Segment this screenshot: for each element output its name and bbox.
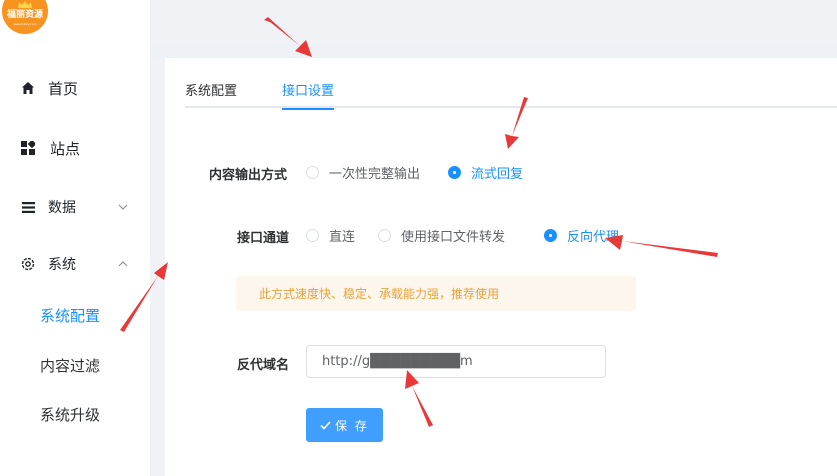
sidebar-subitem-system-config[interactable]: 系统配置	[40, 305, 100, 326]
sidebar: 福丽资源 www.fulizy.com 首页 站点 数据 系统 系统配置 内容过…	[0, 0, 150, 476]
radio-circle	[448, 166, 461, 179]
info-alert: 此方式速度快、稳定、承载能力强，推荐使用	[236, 276, 636, 311]
apps-icon	[20, 140, 36, 156]
sidebar-item-label: 系统	[48, 257, 76, 273]
channel-label: 接口通道	[237, 231, 290, 246]
radio-label: 反向代理	[567, 230, 620, 245]
sidebar-subitem-system-upgrade[interactable]: 系统升级	[40, 404, 100, 425]
radio-stream-reply[interactable]: 流式回复	[448, 163, 523, 182]
radio-label: 流式回复	[471, 167, 524, 182]
tab-interface-settings[interactable]: 接口设置	[282, 80, 335, 110]
tab-system-config[interactable]: 系统配置	[185, 80, 237, 110]
radio-circle	[378, 229, 391, 242]
home-icon	[20, 80, 36, 96]
output-mode-label: 内容输出方式	[209, 168, 288, 183]
logo-subtext: www.fulizy.com	[13, 22, 37, 26]
save-button[interactable]: 保 存	[306, 408, 383, 442]
sidebar-item-label: 数据	[48, 200, 76, 216]
radio-label: 直连	[329, 230, 356, 245]
chevron-down-icon	[118, 204, 128, 210]
radio-full-output[interactable]: 一次性完整输出	[306, 163, 420, 182]
chevron-up-icon	[118, 261, 128, 267]
radio-direct[interactable]: 直连	[306, 226, 355, 245]
logo: 福丽资源 www.fulizy.com	[2, 0, 48, 34]
radio-label: 一次性完整输出	[329, 167, 421, 182]
sidebar-item-label: 站点	[50, 139, 81, 158]
menu-icon	[20, 199, 36, 215]
proxy-domain-input[interactable]: http://g█████████m	[306, 345, 606, 378]
crown-icon	[18, 1, 32, 8]
sidebar-item-data[interactable]: 数据	[0, 187, 150, 227]
radio-circle	[306, 229, 319, 242]
sidebar-item-home[interactable]: 首页	[0, 68, 150, 108]
radio-circle	[306, 166, 319, 179]
sidebar-item-sites[interactable]: 站点	[0, 128, 150, 168]
radio-reverse-proxy[interactable]: 反向代理	[544, 226, 619, 245]
radio-circle	[544, 229, 557, 242]
radio-label: 使用接口文件转发	[401, 230, 506, 245]
sidebar-item-label: 首页	[48, 79, 79, 98]
gear-icon	[20, 256, 36, 272]
top-band	[150, 44, 837, 58]
save-button-label: 保 存	[335, 418, 369, 433]
check-icon	[320, 420, 331, 430]
sidebar-item-system[interactable]: 系统	[0, 244, 150, 284]
main-panel: 系统配置 接口设置 内容输出方式 一次性完整输出 流式回复 接口通道 直连 使用…	[165, 58, 837, 476]
tab-bar: 系统配置 接口设置	[185, 76, 837, 110]
proxy-domain-label: 反代域名	[237, 358, 290, 373]
sidebar-subitem-content-filter[interactable]: 内容过滤	[40, 355, 100, 376]
logo-text: 福丽资源	[6, 10, 43, 20]
radio-file-forward[interactable]: 使用接口文件转发	[378, 226, 505, 245]
